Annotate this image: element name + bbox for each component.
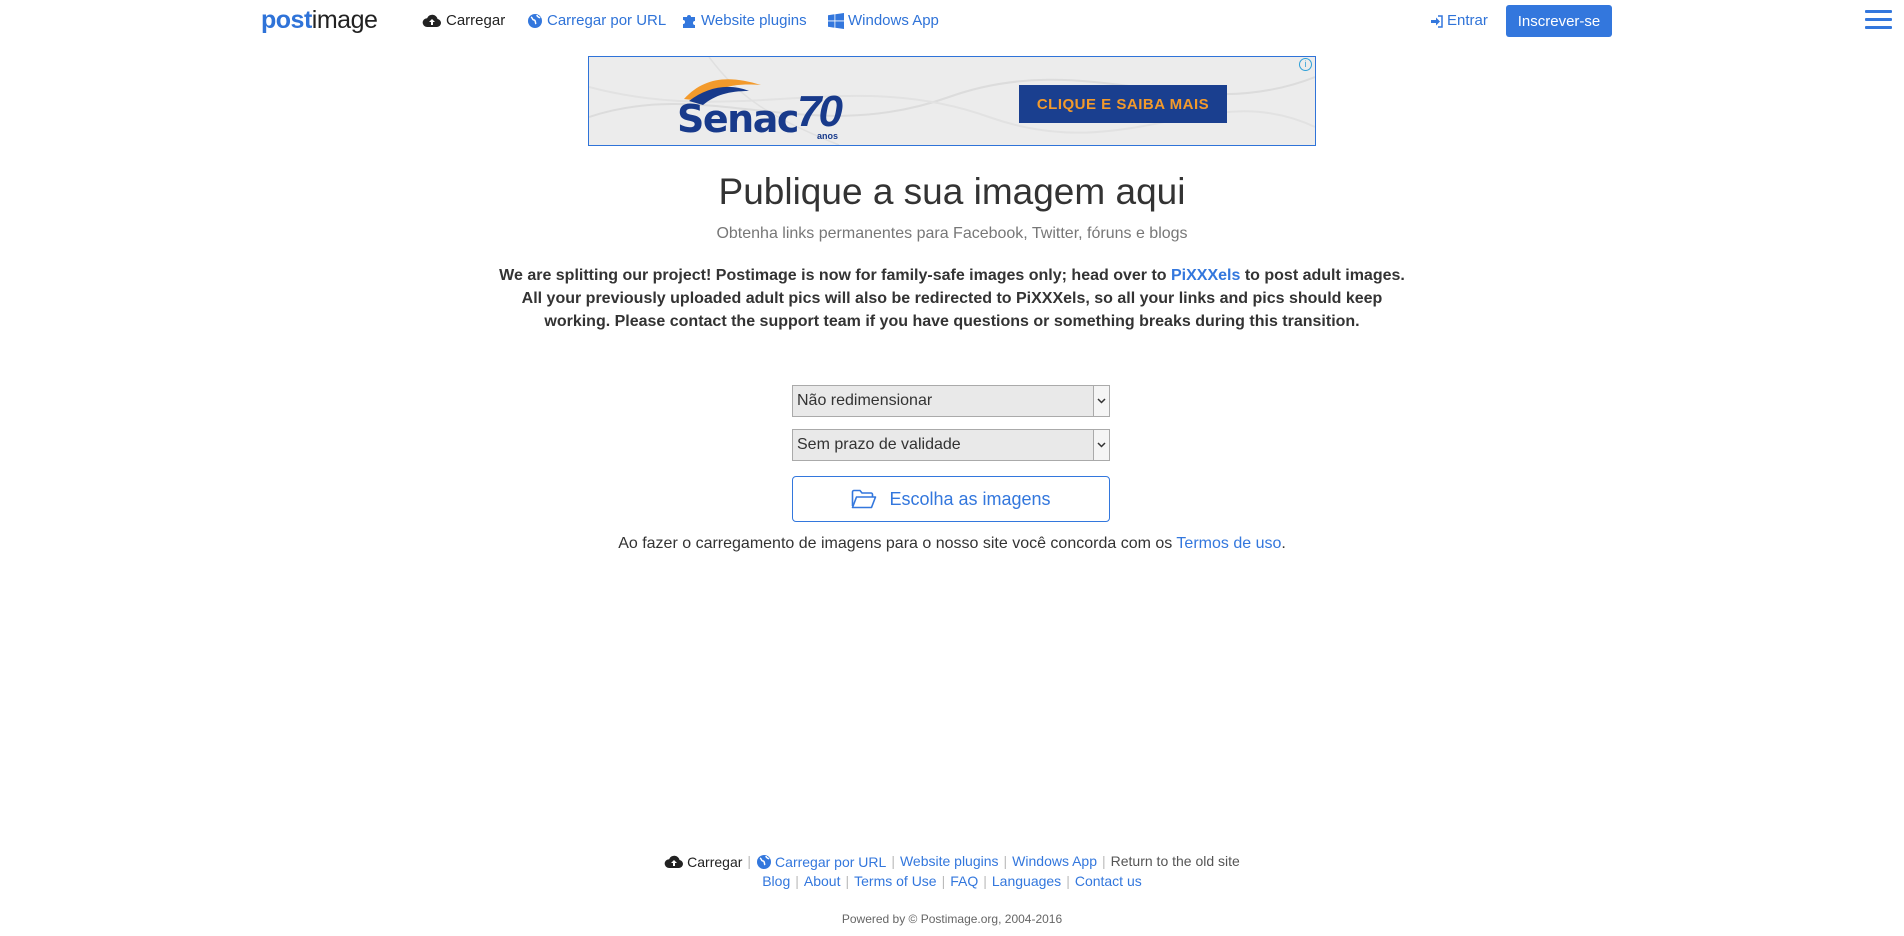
logo-part-image: image: [311, 6, 378, 34]
pixxxels-link[interactable]: PiXXXels: [1171, 267, 1240, 284]
footer-links-secondary: Blog | About | Terms of Use | FAQ | Languages | Co…: [762, 873, 1142, 889]
footer-windows-link[interactable]: Windows App: [1012, 853, 1097, 869]
expiry-select-value: Sem prazo de validade: [797, 436, 961, 453]
footer-upload-label: Carregar: [687, 854, 743, 871]
chevron-down-icon: [1093, 386, 1109, 416]
cloud-upload-icon: [664, 856, 684, 869]
page-title: Publique a sua imagem aqui: [718, 171, 1186, 212]
footer-plugins-link[interactable]: Website plugins: [900, 853, 999, 869]
ad-cta-button[interactable]: CLIQUE E SAIBA MAIS: [1019, 85, 1227, 123]
terms-agreement: Ao fazer o carregamento de imagens para …: [0, 534, 1904, 554]
top-navbar: postimage Carregar Carregar por URL Webs…: [0, 0, 1904, 42]
choose-images-label: Escolha as imagens: [889, 488, 1051, 509]
footer-links-primary: Carregar | Carregar por URL | Website plu…: [0, 852, 1904, 871]
terms-text: Ao fazer o carregamento de imagens para …: [618, 535, 1177, 552]
expiry-select[interactable]: Sem prazo de validade: [792, 429, 1110, 461]
terms-of-use-link[interactable]: Termos de uso: [1176, 535, 1281, 552]
hamburger-menu-icon[interactable]: [1865, 10, 1892, 32]
nav-windows-label: Windows App: [848, 12, 939, 29]
ad-anos-text: anos: [817, 131, 839, 141]
footer-contact-link[interactable]: Contact us: [1075, 873, 1142, 889]
footer-faq-link[interactable]: FAQ: [950, 873, 978, 889]
page-subtitle: Obtenha links permanentes para Facebook,…: [716, 225, 1188, 242]
nav-plugins-link[interactable]: Website plugins: [681, 12, 807, 30]
powered-by-text: Powered by © Postimage.org, 2004-2016: [841, 912, 1063, 926]
footer-old-site-link[interactable]: Return to the old site: [1111, 853, 1240, 869]
chevron-down-icon: [1093, 430, 1109, 460]
footer-blog-link[interactable]: Blog: [762, 873, 790, 889]
nav-windows-link[interactable]: Windows App: [828, 12, 939, 30]
cloud-upload-icon: [422, 14, 441, 27]
logo-part-post: post: [261, 6, 312, 34]
footer-upload-url-label: Carregar por URL: [775, 854, 887, 871]
notice-text-start: We are splitting our project! Postimage …: [499, 267, 1171, 284]
ad-info-icon[interactable]: i: [1299, 58, 1312, 71]
postimage-logo[interactable]: postimage: [261, 5, 378, 35]
nav-upload-link[interactable]: Carregar: [422, 12, 505, 30]
login-link[interactable]: Entrar: [1430, 12, 1488, 30]
globe-icon: [528, 14, 542, 28]
nav-upload-url-label: Carregar por URL: [547, 12, 667, 29]
signup-button[interactable]: Inscrever-se: [1506, 5, 1612, 37]
resize-select[interactable]: Não redimensionar: [792, 385, 1110, 417]
split-notice: We are splitting our project! Postimage …: [490, 264, 1414, 333]
resize-select-value: Não redimensionar: [797, 392, 933, 409]
login-label: Entrar: [1447, 12, 1488, 29]
choose-images-button[interactable]: Escolha as imagens: [792, 476, 1110, 522]
puzzle-icon: [683, 15, 695, 28]
nav-plugins-label: Website plugins: [701, 12, 807, 29]
footer-upload-link[interactable]: Carregar: [664, 853, 742, 871]
ad-banner[interactable]: Senac 70 anos CLIQUE E SAIBA MAIS i: [588, 56, 1316, 146]
ad-anniversary-number: 70: [797, 87, 843, 136]
sign-in-icon: [1431, 14, 1443, 28]
globe-icon: [757, 855, 772, 870]
windows-icon: [828, 13, 844, 29]
nav-upload-label: Carregar: [446, 12, 506, 29]
footer-terms-link[interactable]: Terms of Use: [854, 873, 936, 889]
nav-upload-url-link[interactable]: Carregar por URL: [527, 12, 666, 30]
terms-end: .: [1281, 535, 1286, 552]
folder-open-icon: [852, 489, 877, 509]
footer-languages-link[interactable]: Languages: [992, 873, 1061, 889]
footer-upload-url-link[interactable]: Carregar por URL: [756, 853, 886, 871]
footer-about-link[interactable]: About: [804, 873, 841, 889]
ad-brand-text: Senac: [677, 97, 799, 141]
